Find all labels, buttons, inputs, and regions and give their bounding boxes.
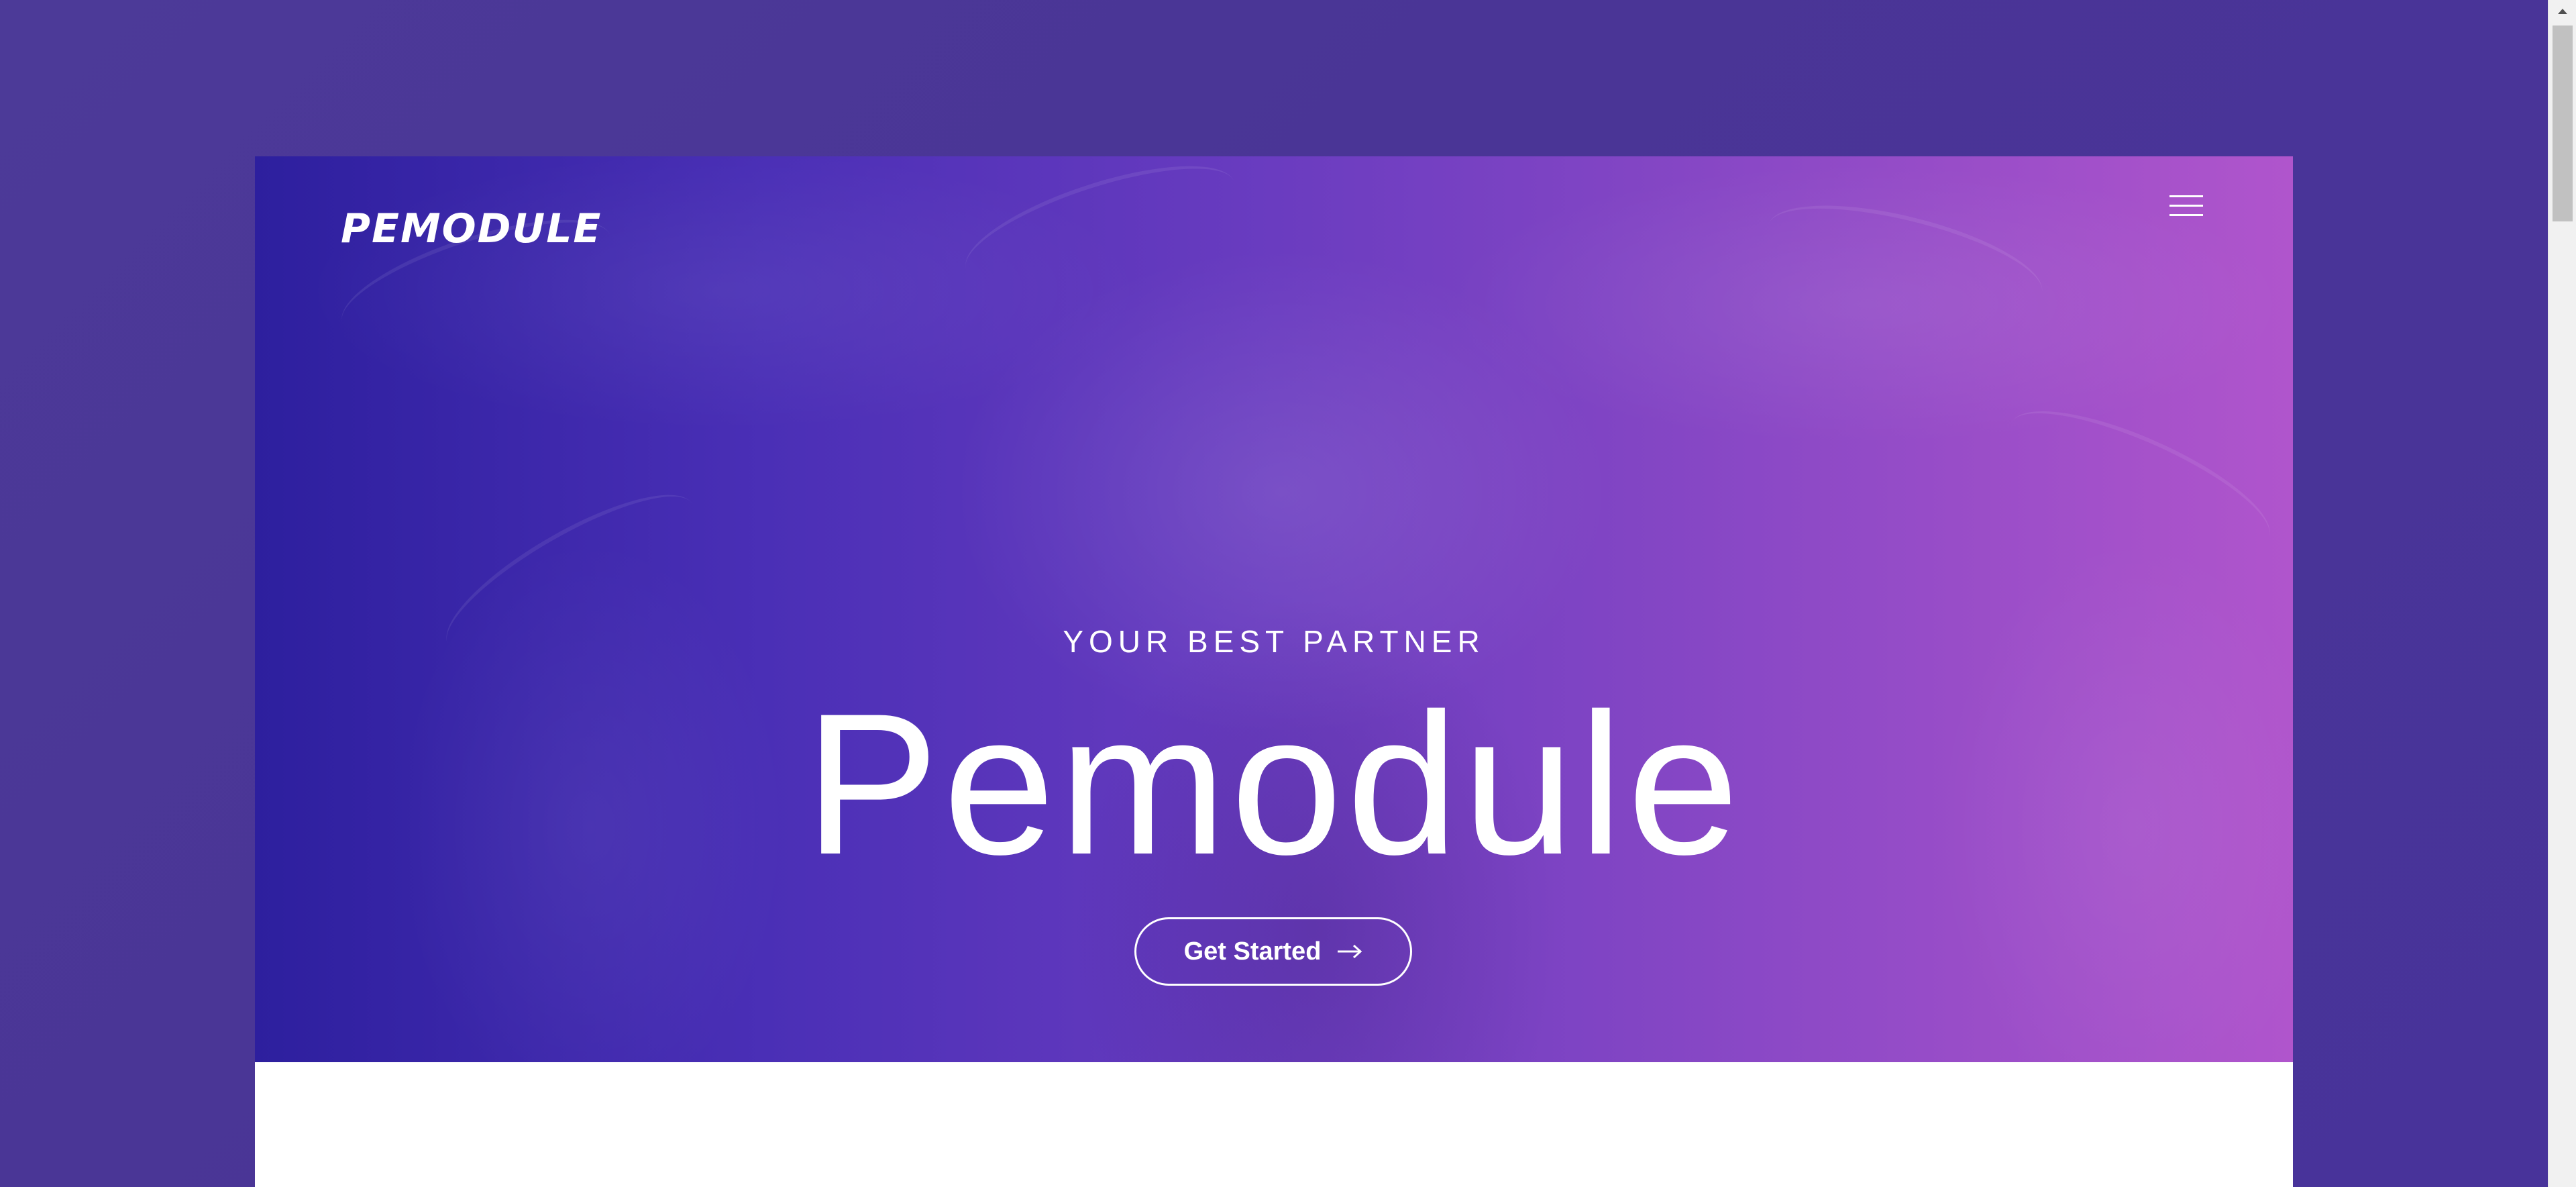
menu-line [2169,214,2203,216]
get-started-label: Get Started [1183,937,1322,966]
logo-wordmark: PEMODULE [341,205,602,252]
hero-eyebrow: YOUR BEST PARTNER [1063,624,1485,659]
arrow-right-icon [1337,944,1362,959]
get-started-button[interactable]: Get Started [1134,917,1412,986]
scrollbar-thumb[interactable] [2553,25,2573,221]
scroll-up-arrow-icon[interactable] [2548,0,2576,23]
hero-section: PEMODULE YOUR BEST PARTNER Pemodule Get … [255,156,2293,1062]
menu-line [2169,195,2203,197]
hamburger-menu-icon[interactable] [2169,190,2207,221]
page: PEMODULE YOUR BEST PARTNER Pemodule Get … [0,0,2576,1187]
brand-logo[interactable]: PEMODULE [341,183,602,257]
content-section [255,1062,2293,1187]
menu-line [2169,205,2203,207]
content-wrapper: PEMODULE YOUR BEST PARTNER Pemodule Get … [255,156,2293,1187]
hero-headline: Pemodule [804,671,1743,896]
window-scrollbar[interactable] [2548,0,2576,1187]
